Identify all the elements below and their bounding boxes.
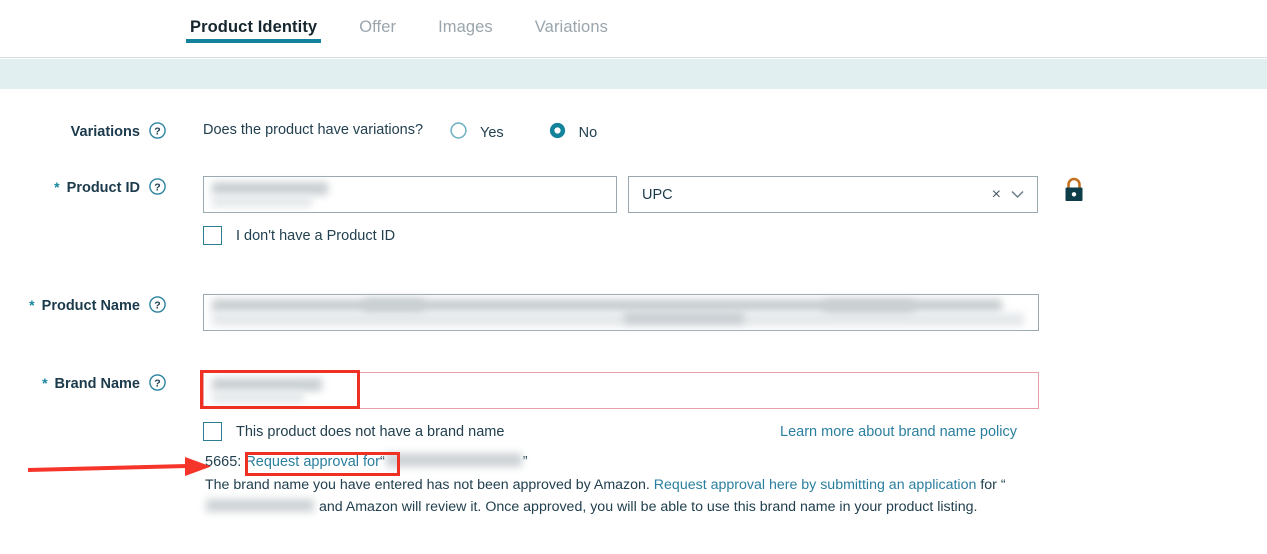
request-approval-inline-link[interactable]: Request approval here by submitting an a… — [654, 477, 977, 493]
product-id-type-select[interactable]: UPC × — [628, 176, 1038, 213]
no-product-id-checkbox-row[interactable]: I don't have a Product ID — [203, 226, 395, 245]
brand-name-label: * Brand Name ? — [0, 374, 166, 392]
section-band — [0, 59, 1267, 89]
radio-no[interactable] — [549, 122, 566, 144]
error-headline: 5665: Request approval for“” — [205, 452, 1050, 472]
redacted-brand-name — [206, 498, 314, 512]
redacted-text — [824, 300, 914, 312]
tab-offer[interactable]: Offer — [359, 0, 396, 37]
product-id-type-value: UPC — [642, 186, 673, 203]
product-name-input[interactable] — [203, 294, 1039, 331]
brand-name-policy-link[interactable]: Learn more about brand name policy — [780, 424, 1017, 440]
variations-radio-group: Yes No — [450, 122, 597, 144]
clear-icon[interactable]: × — [986, 186, 1007, 204]
brand-name-label-text: Brand Name — [54, 376, 140, 392]
product-name-label: * Product Name ? — [0, 296, 166, 314]
brand-name-input[interactable] — [203, 372, 1039, 409]
no-product-id-checkbox[interactable] — [203, 226, 222, 245]
radio-no-label: No — [578, 125, 598, 141]
no-brand-name-label: This product does not have a brand name — [236, 423, 505, 440]
no-product-id-label: I don't have a Product ID — [236, 227, 396, 244]
redacted-text — [212, 392, 304, 403]
variations-label: Variations ? — [0, 122, 166, 140]
product-name-label-text: Product Name — [41, 298, 140, 314]
tab-bar: Product Identity Offer Images Variations — [0, 0, 1267, 58]
no-brand-name-checkbox-row[interactable]: This product does not have a brand name — [203, 422, 504, 441]
variations-label-text: Variations — [70, 124, 140, 140]
product-identity-page: Product Identity Offer Images Variations… — [0, 0, 1267, 554]
redacted-text — [364, 299, 424, 311]
redacted-text — [212, 313, 1024, 326]
help-icon[interactable]: ? — [149, 178, 166, 195]
error-body-part-3: and Amazon will review it. Once approved… — [315, 498, 978, 515]
redacted-brand-name — [385, 453, 522, 467]
tab-images[interactable]: Images — [438, 0, 493, 37]
variations-question: Does the product have variations? — [203, 122, 424, 138]
product-id-input[interactable] — [203, 176, 617, 213]
product-id-label: * Product ID ? — [0, 178, 166, 196]
redacted-text — [624, 312, 744, 324]
svg-text:?: ? — [154, 125, 160, 137]
chevron-down-icon[interactable] — [1007, 186, 1037, 204]
svg-text:?: ? — [154, 299, 160, 311]
tab-list: Product Identity Offer Images Variations — [185, 0, 650, 58]
help-icon[interactable]: ? — [149, 122, 166, 139]
brand-approval-error: 5665: Request approval for“” The brand n… — [205, 452, 1050, 518]
product-id-label-text: Product ID — [66, 180, 140, 196]
error-body-part-2: for “ — [976, 477, 1006, 493]
error-body-part-1: The brand name you have entered has not … — [205, 477, 654, 493]
annotation-arrow — [25, 455, 215, 484]
required-marker: * — [29, 297, 35, 313]
help-icon[interactable]: ? — [149, 296, 166, 313]
radio-yes-label: Yes — [480, 125, 504, 141]
help-icon[interactable]: ? — [149, 374, 166, 391]
error-description: The brand name you have entered has not … — [205, 475, 1045, 518]
redacted-text — [212, 196, 312, 207]
redacted-text — [212, 378, 322, 391]
quote-close: ” — [522, 454, 528, 470]
svg-text:?: ? — [154, 181, 160, 193]
tab-variations[interactable]: Variations — [535, 0, 608, 37]
redacted-text — [212, 182, 328, 195]
tab-product-identity[interactable]: Product Identity — [185, 0, 322, 43]
radio-yes[interactable] — [450, 122, 467, 144]
error-code: 5665 — [205, 454, 238, 470]
lock-icon — [1062, 176, 1086, 209]
required-marker: * — [42, 375, 48, 391]
required-marker: * — [54, 179, 60, 195]
no-brand-name-checkbox[interactable] — [203, 422, 222, 441]
request-approval-link[interactable]: Request approval for — [245, 454, 380, 470]
quote-open: “ — [379, 454, 385, 470]
svg-text:?: ? — [154, 377, 160, 389]
